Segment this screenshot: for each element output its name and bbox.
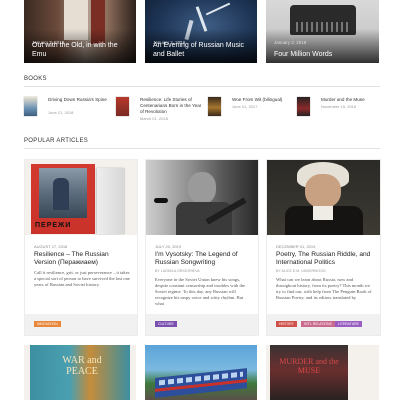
featured-title[interactable]: An Evening of Russian Music and Ballet xyxy=(153,41,251,59)
article-date: DECEMBER 01, 2019 xyxy=(276,244,316,249)
article-tag[interactable]: LITERATURE xyxy=(335,321,362,327)
article-tag[interactable]: INNOVATION xyxy=(34,321,61,327)
book-cover xyxy=(116,97,129,116)
featured-card-3[interactable]: January 2, 2019 Four Million Words xyxy=(266,0,379,63)
book-title[interactable]: Woe From Wit (bilingual) xyxy=(232,97,298,103)
book-item[interactable]: Murder and the Muse November 15, 2016 xyxy=(297,97,385,121)
cover-text: ПЕРЕЖИ xyxy=(35,222,72,229)
article-footer: CULTURE xyxy=(146,314,258,335)
article-author: BY LUDMILA GRIGORIEVA xyxy=(155,269,200,273)
article-title[interactable]: Resilience – The Russian Version (Перажи… xyxy=(34,251,130,267)
portrait-body xyxy=(176,202,232,235)
featured-title[interactable]: Four Million Words xyxy=(274,50,373,59)
portrait-face xyxy=(305,174,341,208)
article-tag[interactable]: INT'L RELATIONS xyxy=(301,321,335,327)
books-divider xyxy=(24,86,380,87)
article-date: AUGUST 17, 2018 xyxy=(34,244,68,249)
book-date: November 15, 2016 xyxy=(321,104,357,109)
book-title[interactable]: Murder and the Muse xyxy=(321,97,387,103)
article-excerpt: Call it resilience, grit, or just persev… xyxy=(34,270,130,287)
article-card[interactable]: ПЕРЕЖИ AUGUST 17, 2018 Resilience – The … xyxy=(24,159,138,336)
article-card-bottom[interactable] xyxy=(145,345,257,400)
book-title[interactable]: Driving Down Russia's Spine xyxy=(48,97,114,103)
article-card[interactable]: DECEMBER 01, 2019 Poetry, The Russian Ri… xyxy=(266,159,381,336)
article-tag[interactable]: CULTURE xyxy=(155,321,177,327)
book-date: March 01, 2018 xyxy=(140,116,168,121)
article-image xyxy=(267,160,380,235)
microphone xyxy=(154,198,168,203)
book-date: June 21, 2018 xyxy=(48,110,74,115)
popular-divider xyxy=(24,148,380,149)
article-excerpt: What can we learn about Russia, now and … xyxy=(276,277,372,300)
article-card[interactable]: JULY 20, 2019 I'm Vysotsky: The Legend o… xyxy=(145,159,259,336)
featured-card-2[interactable]: January 2, 2019 An Evening of Russian Mu… xyxy=(145,0,257,63)
article-card-bottom[interactable]: MURDER and the MUSE xyxy=(266,345,379,400)
article-title[interactable]: Poetry, The Russian Riddle, and Internat… xyxy=(276,251,372,267)
article-excerpt: Everyone in the Soviet Union knew his so… xyxy=(155,277,246,306)
books-section-title: BOOKS xyxy=(24,76,47,82)
cover-figure xyxy=(53,178,69,210)
article-author: BY ALICE E.M. UNDERWOOD xyxy=(276,269,326,273)
book-cover xyxy=(297,97,310,116)
cover-title: MURDER and the MUSE xyxy=(279,357,339,375)
featured-date: January 2, 2019 xyxy=(274,40,307,45)
book-cover xyxy=(24,97,37,116)
portrait-head xyxy=(188,172,216,204)
book-date: June 01, 2017 xyxy=(232,104,258,109)
article-image xyxy=(146,160,258,235)
book-item[interactable]: Woe From Wit (bilingual) June 01, 2017 xyxy=(208,97,296,121)
featured-card-1[interactable]: January 2, 2019 Out with the Old, in wit… xyxy=(24,0,136,63)
cover-title: WAR and PEACE xyxy=(62,355,102,377)
article-image: ПЕРЕЖИ xyxy=(25,160,137,235)
book-item[interactable]: Driving Down Russia's Spine June 21, 201… xyxy=(24,97,112,121)
book-title[interactable]: Resilience: Life Stories of Centenarians… xyxy=(140,97,206,115)
portrait-collar xyxy=(313,206,333,220)
article-footer: INNOVATION xyxy=(25,314,137,335)
article-footer: HISTORY INT'L RELATIONS LITERATURE xyxy=(267,314,380,335)
article-date: JULY 20, 2019 xyxy=(155,244,182,249)
book-cover xyxy=(208,97,221,116)
article-tag[interactable]: HISTORY xyxy=(276,321,297,327)
article-title[interactable]: I'm Vysotsky: The Legend of Russian Song… xyxy=(155,251,251,267)
book-spine xyxy=(97,168,125,234)
article-card-bottom[interactable]: WAR and PEACE xyxy=(24,345,136,400)
featured-title[interactable]: Out with the Old, in with the Emu xyxy=(32,41,130,59)
popular-section-title: POPULAR ARTICLES xyxy=(24,138,89,144)
book-item[interactable]: Resilience: Life Stories of Centenarians… xyxy=(116,97,204,121)
